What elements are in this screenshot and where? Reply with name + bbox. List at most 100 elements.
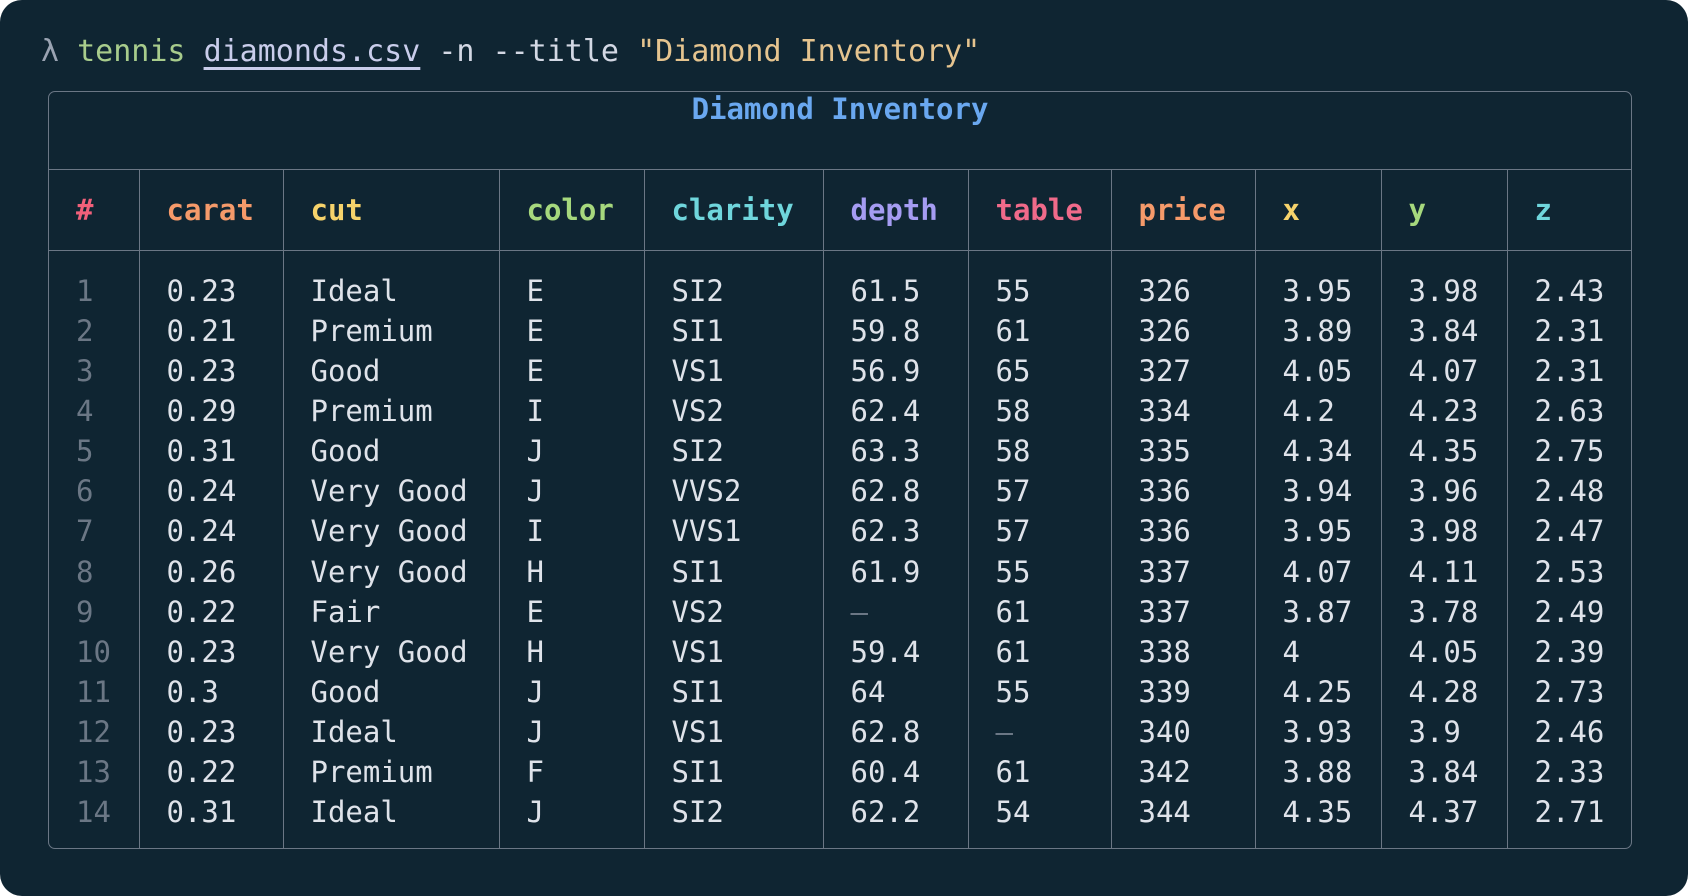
cell-table: 61: [967, 631, 1111, 672]
cell-color: E: [498, 591, 644, 632]
column-header-price: price: [1110, 170, 1255, 251]
column-header-table: table: [967, 170, 1111, 251]
cell-z: 2.53: [1506, 551, 1631, 592]
cell-cut: Ideal: [282, 250, 499, 312]
cell-carat: 0.21: [138, 311, 283, 352]
row-index: 13: [76, 754, 111, 789]
cell-price: 338: [1110, 631, 1255, 672]
cell-carat: 0.26: [138, 551, 283, 592]
cell-x: 3.89: [1254, 311, 1381, 352]
cell-cut: Very Good: [282, 551, 499, 592]
cell-x: 4.2: [1254, 391, 1381, 432]
table-row: 1 0.23 Ideal E SI2 61.5 55 326 3.95 3.98 2.43: [49, 250, 1631, 312]
cell-y: 3.9: [1380, 711, 1507, 752]
cell-cut: Good: [282, 431, 499, 472]
cell-table: 54: [967, 791, 1111, 848]
row-index: 4: [76, 394, 94, 429]
cell-price: 337: [1110, 591, 1255, 632]
cell-table: 55: [967, 250, 1111, 312]
cell-price: 340: [1110, 711, 1255, 752]
table-row: 13 0.22 Premium F SI1 60.4 61 342 3.88 3.84 2.33: [49, 751, 1631, 792]
cell-x: 3.87: [1254, 591, 1381, 632]
cell-price: 339: [1110, 671, 1255, 712]
cell-table: 58: [967, 391, 1111, 432]
data-table-box: Diamond Inventory # carat cut color clarity d…: [48, 91, 1632, 849]
cell-z: 2.43: [1506, 250, 1631, 312]
column-header-z: z: [1506, 170, 1631, 251]
cell-cut: Fair: [282, 591, 499, 632]
cell-color: J: [498, 671, 644, 712]
cell-z: 2.75: [1506, 431, 1631, 472]
row-index: 6: [76, 474, 94, 509]
cell-clarity: SI2: [643, 791, 823, 848]
cell-depth: 63.3: [822, 431, 968, 472]
cell-table: 61: [967, 751, 1111, 792]
row-index: 9: [76, 594, 94, 629]
cell-cut: Good: [282, 671, 499, 712]
prompt-symbol: λ: [41, 34, 60, 69]
cell-x: 4.25: [1254, 671, 1381, 712]
cell-table: 57: [967, 511, 1111, 552]
cell-y: 4.11: [1380, 551, 1507, 592]
table-row: 10 0.23 Very Good H VS1 59.4 61 338 4 4.05 2.39: [49, 631, 1631, 672]
column-header-color: color: [498, 170, 644, 251]
cell-z: 2.46: [1506, 711, 1631, 752]
cell-clarity: SI1: [643, 311, 823, 352]
row-index: 10: [76, 634, 111, 669]
cell-cut: Premium: [282, 311, 499, 352]
cell-z: 2.47: [1506, 511, 1631, 552]
command-flags: -n --title: [438, 34, 619, 69]
cell-depth: 62.8: [822, 711, 968, 752]
cell-price: 344: [1110, 791, 1255, 848]
cell-y: 4.07: [1380, 351, 1507, 392]
cell-price: 334: [1110, 391, 1255, 432]
cell-color: J: [498, 471, 644, 512]
cell-y: 4.05: [1380, 631, 1507, 672]
cell-depth: 56.9: [822, 351, 968, 392]
cell-z: 2.71: [1506, 791, 1631, 848]
cell-z: 2.48: [1506, 471, 1631, 512]
cell-y: 4.35: [1380, 431, 1507, 472]
cell-depth: 62.2: [822, 791, 968, 848]
cell-z: 2.49: [1506, 591, 1631, 632]
cell-color: I: [498, 391, 644, 432]
cell-color: E: [498, 311, 644, 352]
header-row: # carat cut color clarity depth table price x y z: [49, 170, 1631, 251]
cell-clarity: SI2: [643, 250, 823, 312]
cell-carat: 0.31: [138, 431, 283, 472]
cell-color: H: [498, 551, 644, 592]
cell-y: 3.84: [1380, 751, 1507, 792]
cell-x: 4.05: [1254, 351, 1381, 392]
table-title: Diamond Inventory: [49, 92, 1631, 170]
cell-color: J: [498, 431, 644, 472]
cell-x: 3.95: [1254, 511, 1381, 552]
cell-price: 342: [1110, 751, 1255, 792]
row-index: 1: [76, 274, 94, 309]
command-file-link[interactable]: diamonds.csv: [204, 34, 421, 69]
cell-clarity: VVS2: [643, 471, 823, 512]
cell-clarity: VS1: [643, 711, 823, 752]
command-line: λ tennis diamonds.csv -n --title "Diamon…: [41, 30, 980, 74]
cell-price: 326: [1110, 250, 1255, 312]
cell-carat: 0.23: [138, 250, 283, 312]
cell-y: 3.98: [1380, 250, 1507, 312]
cell-depth: 64: [822, 671, 968, 712]
cell-color: J: [498, 711, 644, 752]
cell-y: 4.28: [1380, 671, 1507, 712]
cell-depth: 59.8: [822, 311, 968, 352]
cell-cut: Ideal: [282, 711, 499, 752]
row-index: 5: [76, 434, 94, 469]
cell-y: 4.23: [1380, 391, 1507, 432]
cell-clarity: VS1: [643, 631, 823, 672]
cell-depth: 60.4: [822, 751, 968, 792]
cell-y: 3.84: [1380, 311, 1507, 352]
cell-z: 2.31: [1506, 311, 1631, 352]
cell-y: 3.98: [1380, 511, 1507, 552]
cell-price: 336: [1110, 471, 1255, 512]
table-row: 4 0.29 Premium I VS2 62.4 58 334 4.2 4.23 2.63: [49, 391, 1631, 432]
row-index: 12: [76, 714, 111, 749]
cell-cut: Very Good: [282, 631, 499, 672]
column-header-index: #: [49, 170, 139, 251]
cell-x: 4: [1254, 631, 1381, 672]
cell-carat: 0.23: [138, 711, 283, 752]
